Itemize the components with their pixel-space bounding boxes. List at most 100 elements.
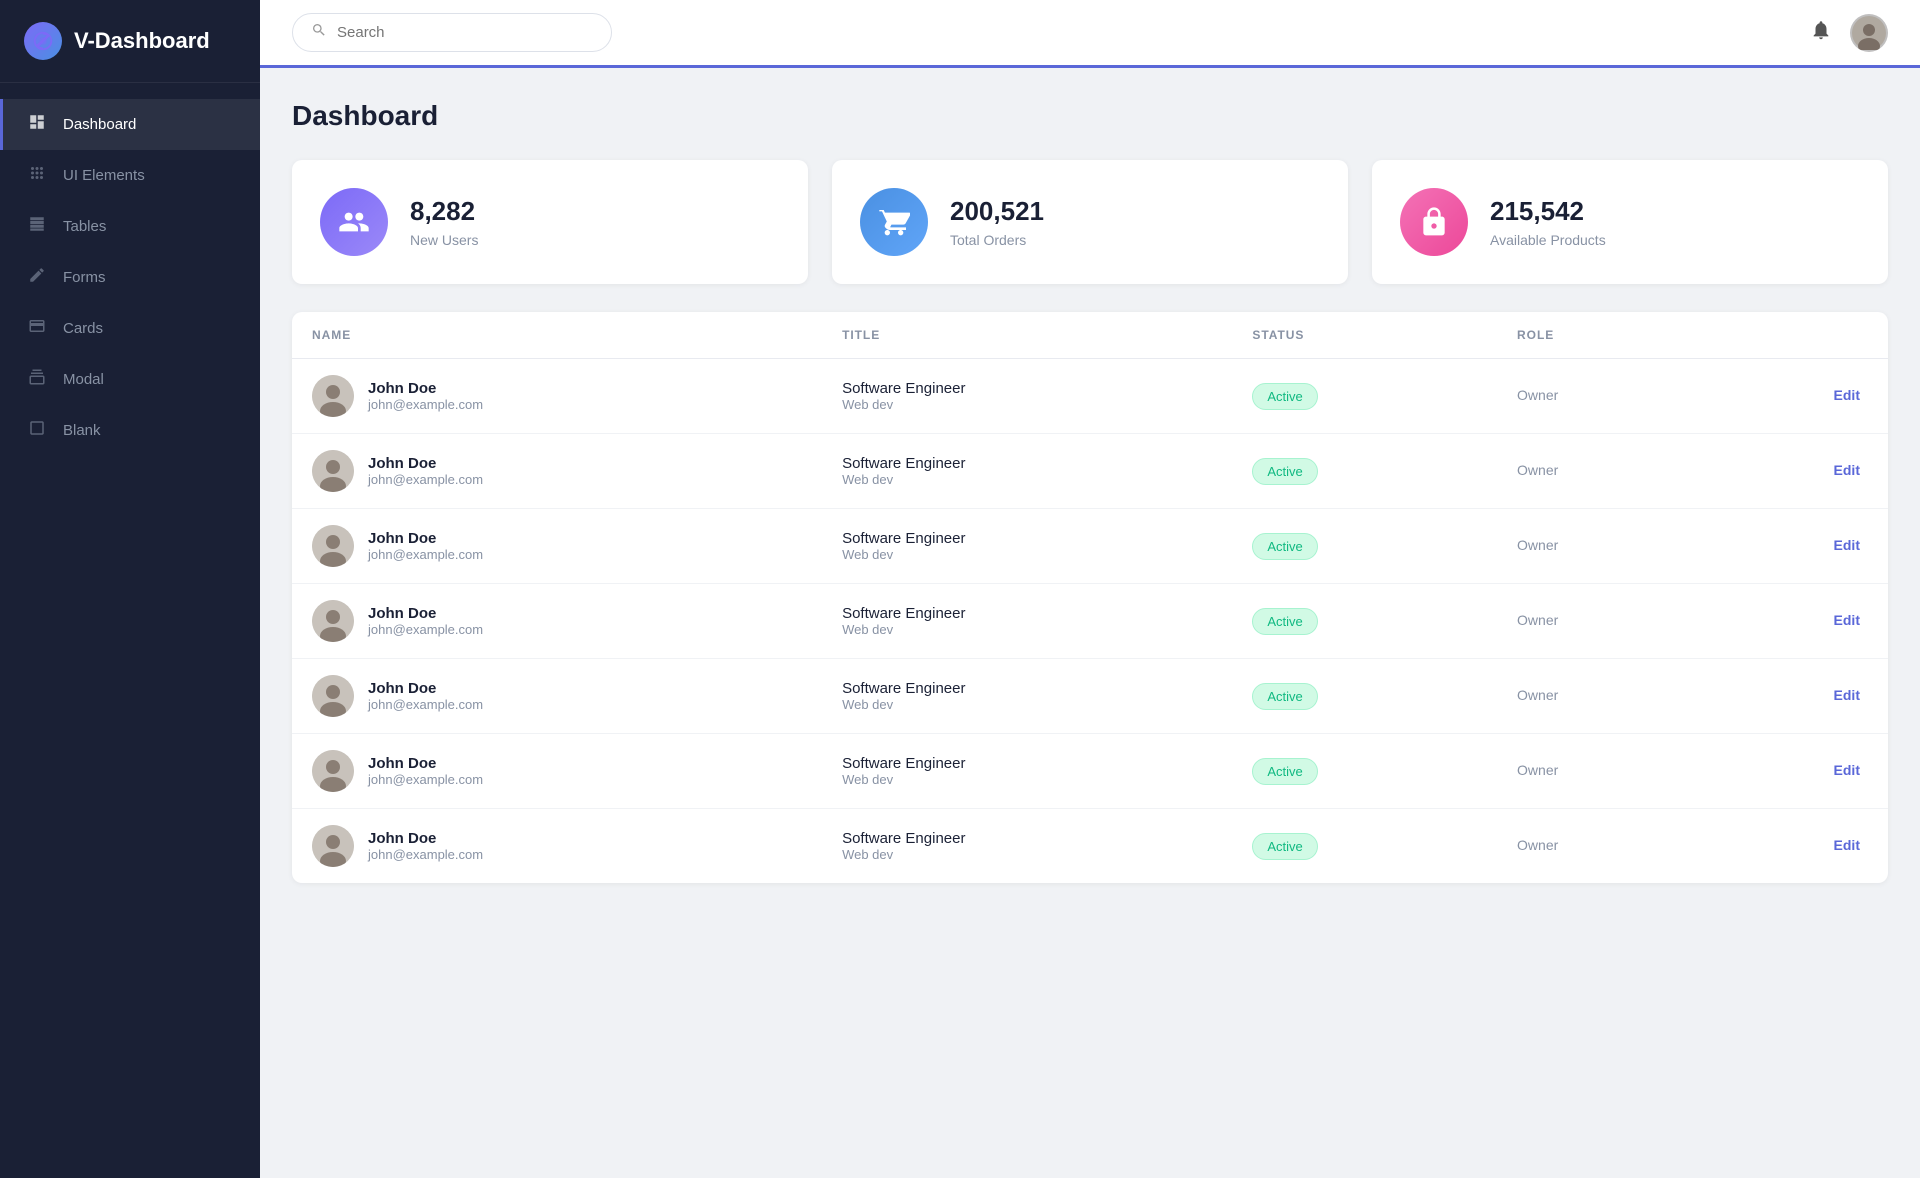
sidebar-item-forms[interactable]: Forms	[0, 252, 260, 303]
user-avatar	[312, 675, 354, 717]
action-cell: Edit	[1701, 359, 1888, 434]
orders-stat-icon	[860, 188, 928, 256]
edit-button[interactable]: Edit	[1834, 462, 1860, 478]
avatar[interactable]	[1850, 14, 1888, 52]
role-cell: Owner	[1497, 809, 1701, 884]
sidebar: V-Dashboard Dashboard UI Elements Tables…	[0, 0, 260, 1178]
page-title: Dashboard	[292, 100, 1888, 132]
products-stat-number: 215,542	[1490, 196, 1606, 227]
user-email: john@example.com	[368, 472, 483, 487]
products-stat-label: Available Products	[1490, 232, 1606, 248]
cards-icon	[27, 317, 47, 340]
forms-icon	[27, 266, 47, 289]
edit-button[interactable]: Edit	[1834, 687, 1860, 703]
user-name: John Doe	[368, 680, 483, 697]
col-role: ROLE	[1497, 312, 1701, 359]
stat-card-users: 8,282 New Users	[292, 160, 808, 284]
status-badge: Active	[1252, 383, 1317, 410]
user-info: John Doe john@example.com	[368, 680, 483, 712]
edit-button[interactable]: Edit	[1834, 387, 1860, 403]
sidebar-item-ui-elements[interactable]: UI Elements	[0, 150, 260, 201]
edit-button[interactable]: Edit	[1834, 537, 1860, 553]
sidebar-item-label: Blank	[63, 422, 101, 439]
user-name-cell: John Doe john@example.com	[292, 734, 822, 809]
action-cell: Edit	[1701, 584, 1888, 659]
user-email: john@example.com	[368, 697, 483, 712]
sidebar-item-dashboard[interactable]: Dashboard	[0, 99, 260, 150]
role-cell: Owner	[1497, 509, 1701, 584]
sidebar-item-blank[interactable]: Blank	[0, 405, 260, 456]
table-row: John Doe john@example.com Software Engin…	[292, 734, 1888, 809]
title-cell: Software Engineer Web dev	[822, 359, 1232, 434]
table-row: John Doe john@example.com Software Engin…	[292, 359, 1888, 434]
sidebar-item-label: UI Elements	[63, 167, 145, 184]
title-main: Software Engineer	[842, 605, 1212, 622]
status-badge: Active	[1252, 758, 1317, 785]
table-row: John Doe john@example.com Software Engin…	[292, 434, 1888, 509]
role-text: Owner	[1517, 537, 1558, 553]
title-main: Software Engineer	[842, 830, 1212, 847]
sidebar-item-modal[interactable]: Modal	[0, 354, 260, 405]
role-text: Owner	[1517, 762, 1558, 778]
tables-icon	[27, 215, 47, 238]
col-status: STATUS	[1232, 312, 1497, 359]
products-stat-icon	[1400, 188, 1468, 256]
user-avatar	[312, 600, 354, 642]
header-right	[1810, 14, 1888, 52]
table-row: John Doe john@example.com Software Engin…	[292, 659, 1888, 734]
title-cell: Software Engineer Web dev	[822, 434, 1232, 509]
users-stat-number: 8,282	[410, 196, 478, 227]
role-cell: Owner	[1497, 359, 1701, 434]
status-cell: Active	[1232, 434, 1497, 509]
search-icon	[311, 22, 327, 43]
title-main: Software Engineer	[842, 680, 1212, 697]
action-cell: Edit	[1701, 509, 1888, 584]
action-cell: Edit	[1701, 434, 1888, 509]
status-badge: Active	[1252, 833, 1317, 860]
blank-icon	[27, 419, 47, 442]
title-main: Software Engineer	[842, 755, 1212, 772]
title-cell: Software Engineer Web dev	[822, 734, 1232, 809]
role-text: Owner	[1517, 837, 1558, 853]
sidebar-item-cards[interactable]: Cards	[0, 303, 260, 354]
user-info: John Doe john@example.com	[368, 755, 483, 787]
title-sub: Web dev	[842, 547, 1212, 562]
sidebar-item-label: Modal	[63, 371, 104, 388]
user-email: john@example.com	[368, 547, 483, 562]
title-sub: Web dev	[842, 697, 1212, 712]
sidebar-item-label: Forms	[63, 269, 106, 286]
search-input[interactable]	[337, 24, 593, 41]
user-avatar	[312, 450, 354, 492]
title-main: Software Engineer	[842, 455, 1212, 472]
user-avatar	[312, 750, 354, 792]
user-info: John Doe john@example.com	[368, 380, 483, 412]
user-email: john@example.com	[368, 622, 483, 637]
role-text: Owner	[1517, 462, 1558, 478]
table-row: John Doe john@example.com Software Engin…	[292, 584, 1888, 659]
user-info: John Doe john@example.com	[368, 830, 483, 862]
search-bar[interactable]	[292, 13, 612, 52]
modal-icon	[27, 368, 47, 391]
bell-icon[interactable]	[1810, 19, 1832, 47]
role-text: Owner	[1517, 387, 1558, 403]
edit-button[interactable]: Edit	[1834, 612, 1860, 628]
dashboard-icon	[27, 113, 47, 136]
user-info: John Doe john@example.com	[368, 455, 483, 487]
user-email: john@example.com	[368, 397, 483, 412]
stat-card-orders: 200,521 Total Orders	[832, 160, 1348, 284]
title-sub: Web dev	[842, 772, 1212, 787]
role-cell: Owner	[1497, 659, 1701, 734]
edit-button[interactable]: Edit	[1834, 837, 1860, 853]
users-stat-info: 8,282 New Users	[410, 196, 478, 247]
user-name-cell: John Doe john@example.com	[292, 809, 822, 884]
status-badge: Active	[1252, 458, 1317, 485]
edit-button[interactable]: Edit	[1834, 762, 1860, 778]
status-cell: Active	[1232, 734, 1497, 809]
user-name: John Doe	[368, 755, 483, 772]
user-name-cell: John Doe john@example.com	[292, 359, 822, 434]
stat-cards: 8,282 New Users 200,521 Total Orders	[292, 160, 1888, 284]
orders-stat-number: 200,521	[950, 196, 1044, 227]
sidebar-item-tables[interactable]: Tables	[0, 201, 260, 252]
users-table: NAME TITLE STATUS ROLE	[292, 312, 1888, 883]
title-sub: Web dev	[842, 847, 1212, 862]
